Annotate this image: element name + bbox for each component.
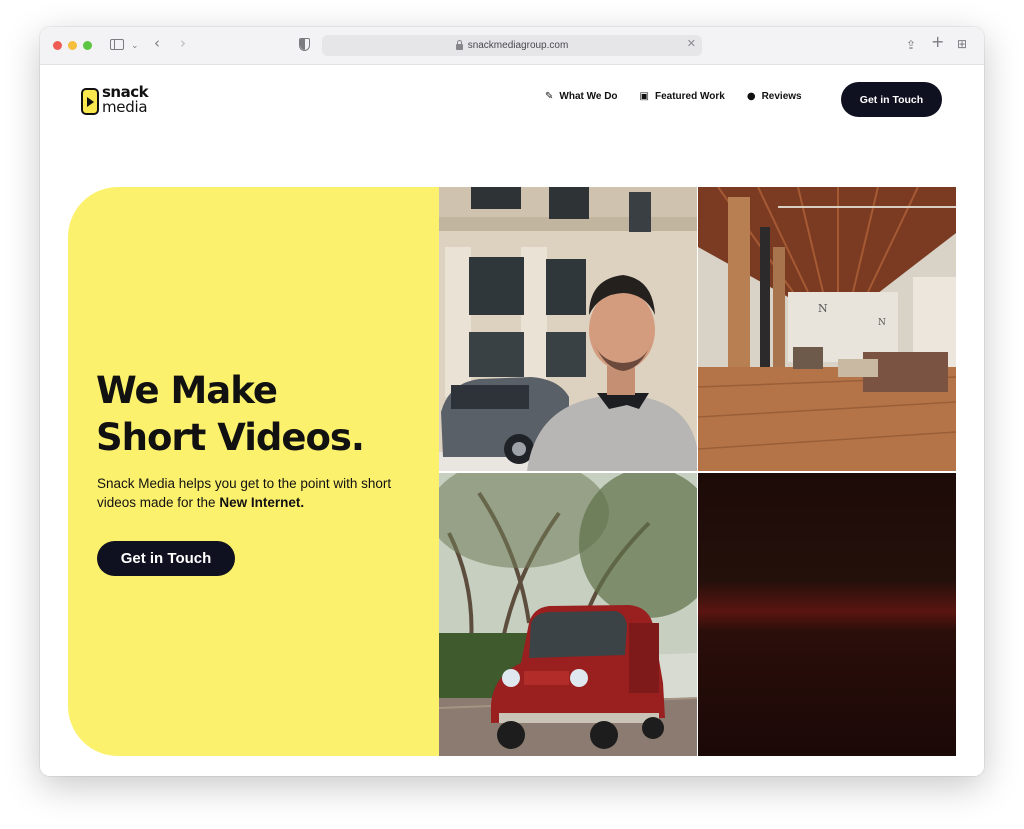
video-tile-red-car[interactable] — [439, 473, 697, 756]
nav-label: What We Do — [559, 91, 618, 102]
hero-title: We Make Short Videos. — [96, 367, 426, 461]
back-icon[interactable]: ‹ — [154, 35, 160, 51]
hero-title-line-1: We Make — [96, 369, 278, 412]
logo-wordmark: snack media — [102, 85, 149, 116]
hero-title-line-2: Short Videos. — [96, 416, 365, 459]
main-nav: ✎ What We Do ▣ Featured Work ● Reviews — [545, 91, 802, 102]
play-logo-icon — [81, 88, 99, 115]
gallery-icon: ▣ — [639, 91, 649, 102]
chat-bubble-icon: ● — [746, 91, 756, 102]
nav-label: Featured Work — [655, 91, 725, 102]
hero-subtitle: Snack Media helps you get to the point w… — [97, 475, 417, 512]
browser-toolbar: ⌄ ‹ › snackmediagroup.com ✕ ⇪ + ⊞ — [40, 27, 984, 65]
new-tab-icon[interactable]: + — [931, 34, 944, 50]
browser-window: ⌄ ‹ › snackmediagroup.com ✕ ⇪ + ⊞ snack … — [40, 27, 984, 776]
sidebar-toggle-icon[interactable] — [110, 39, 124, 50]
svg-text:N: N — [818, 302, 828, 315]
url-text: snackmediagroup.com — [467, 40, 569, 51]
nav-what-we-do[interactable]: ✎ What We Do — [545, 91, 618, 102]
nav-label: Reviews — [761, 91, 802, 102]
share-icon[interactable]: ⇪ — [906, 37, 916, 53]
video-tile-presenter[interactable] — [439, 187, 697, 471]
nav-featured-work[interactable]: ▣ Featured Work — [640, 91, 725, 102]
nav-reviews[interactable]: ● Reviews — [747, 91, 802, 102]
hero-subtitle-highlight: New Internet. — [219, 494, 305, 510]
presenter-image — [439, 187, 697, 471]
lock-icon — [455, 40, 463, 50]
magic-wand-icon: ✎ — [545, 91, 554, 102]
logo-line-2: media — [102, 98, 148, 116]
hero-panel — [68, 187, 439, 756]
svg-text:N: N — [878, 318, 886, 328]
loft-interior-image: N N — [698, 187, 956, 471]
maximize-window-icon[interactable] — [83, 41, 92, 50]
snack-media-logo[interactable]: snack media — [81, 85, 161, 117]
forward-icon[interactable]: › — [180, 35, 186, 51]
minimize-window-icon[interactable] — [68, 41, 77, 50]
clear-url-icon[interactable]: ✕ — [687, 37, 696, 50]
red-car-image — [439, 473, 697, 756]
address-bar[interactable]: snackmediagroup.com ✕ — [322, 35, 702, 56]
privacy-shield-icon[interactable] — [299, 38, 310, 51]
web-page: snack media ✎ What We Do ▣ Featured Work… — [40, 65, 984, 776]
video-tile-loft[interactable]: N N — [698, 187, 956, 471]
hero-get-in-touch-button[interactable]: Get in Touch — [97, 541, 235, 576]
header-get-in-touch-button[interactable]: Get in Touch — [841, 82, 942, 117]
chevron-down-icon[interactable]: ⌄ — [131, 38, 139, 54]
tab-overview-icon[interactable]: ⊞ — [957, 36, 967, 52]
close-window-icon[interactable] — [53, 41, 62, 50]
video-tile-dark[interactable] — [698, 473, 956, 756]
